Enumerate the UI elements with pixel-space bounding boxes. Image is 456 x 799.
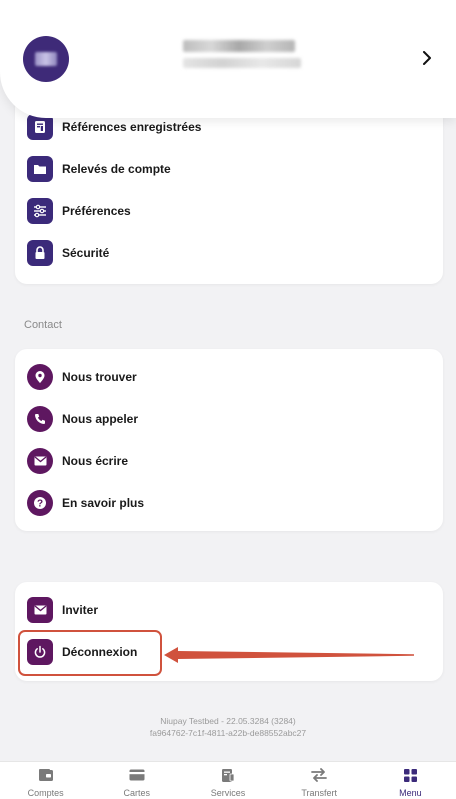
card-icon bbox=[128, 767, 146, 783]
settings-card: Références enregistrées Relevés de compt… bbox=[15, 96, 443, 284]
invite-mail-icon bbox=[27, 597, 53, 623]
menu-item-label: Préférences bbox=[62, 204, 131, 218]
avatar-initials-redacted bbox=[35, 52, 57, 66]
profile-header[interactable] bbox=[0, 0, 456, 118]
app-version: Niupay Testbed - 22.05.3284 (3284) bbox=[160, 716, 296, 726]
nav-label: Transfert bbox=[301, 788, 338, 798]
menu-item-label: Nous appeler bbox=[62, 412, 139, 426]
logout-highlight-box bbox=[18, 630, 162, 676]
nav-tab-comptes[interactable]: Comptes bbox=[0, 762, 91, 799]
help-icon: ? bbox=[27, 490, 53, 516]
bottom-nav: Comptes Cartes Services Transfert Menu bbox=[0, 761, 456, 799]
folder-icon bbox=[27, 156, 53, 182]
mail-icon bbox=[27, 448, 53, 474]
nav-label: Comptes bbox=[27, 788, 64, 798]
wallet-icon bbox=[37, 767, 55, 783]
menu-item-security[interactable]: Sécurité bbox=[27, 238, 109, 268]
menu-item-label: Nous trouver bbox=[62, 370, 137, 384]
avatar bbox=[23, 36, 69, 82]
nav-label: Cartes bbox=[123, 788, 151, 798]
menu-item-label: Références enregistrées bbox=[62, 120, 202, 134]
nav-label: Menu bbox=[399, 788, 422, 798]
menu-item-label: Inviter bbox=[62, 603, 99, 617]
contact-card: Nous trouver Nous appeler Nous écrire ? … bbox=[15, 349, 443, 531]
menu-item-write-us[interactable]: Nous écrire bbox=[27, 446, 128, 476]
section-title-contact: Contact bbox=[24, 319, 62, 331]
menu-item-find-us[interactable]: Nous trouver bbox=[27, 362, 137, 392]
sliders-icon bbox=[27, 198, 53, 224]
profile-name-redacted bbox=[183, 40, 295, 52]
grid-menu-icon bbox=[401, 767, 419, 783]
menu-item-label: Sécurité bbox=[62, 246, 110, 260]
menu-item-learn-more[interactable]: ? En savoir plus bbox=[27, 488, 144, 518]
phone-icon bbox=[27, 406, 53, 432]
menu-item-invite[interactable]: Inviter bbox=[27, 595, 98, 625]
build-id: fa964762-7c1f-4811-a22b-de88552abc27 bbox=[149, 728, 307, 738]
menu-item-label: En savoir plus bbox=[62, 496, 145, 510]
nav-tab-transfert[interactable]: Transfert bbox=[274, 762, 365, 799]
menu-item-call-us[interactable]: Nous appeler bbox=[27, 404, 138, 434]
profile-subtitle-redacted bbox=[183, 58, 301, 68]
menu-item-label: Relevés de compte bbox=[62, 162, 171, 176]
nav-label: Services bbox=[210, 788, 246, 798]
nav-tab-services[interactable]: Services bbox=[182, 762, 273, 799]
services-icon bbox=[219, 767, 237, 783]
transfer-arrows-icon bbox=[310, 767, 328, 783]
nav-tab-menu[interactable]: Menu bbox=[365, 762, 456, 799]
svg-text:?: ? bbox=[37, 499, 43, 510]
nav-tab-cartes[interactable]: Cartes bbox=[91, 762, 182, 799]
menu-item-preferences[interactable]: Préférences bbox=[27, 196, 131, 226]
location-pin-icon bbox=[27, 364, 53, 390]
chevron-right-icon[interactable] bbox=[420, 48, 434, 68]
lock-icon bbox=[27, 240, 53, 266]
menu-item-statements[interactable]: Relevés de compte bbox=[27, 154, 171, 184]
menu-item-label: Nous écrire bbox=[62, 454, 129, 468]
annotation-arrow-icon bbox=[164, 647, 414, 663]
